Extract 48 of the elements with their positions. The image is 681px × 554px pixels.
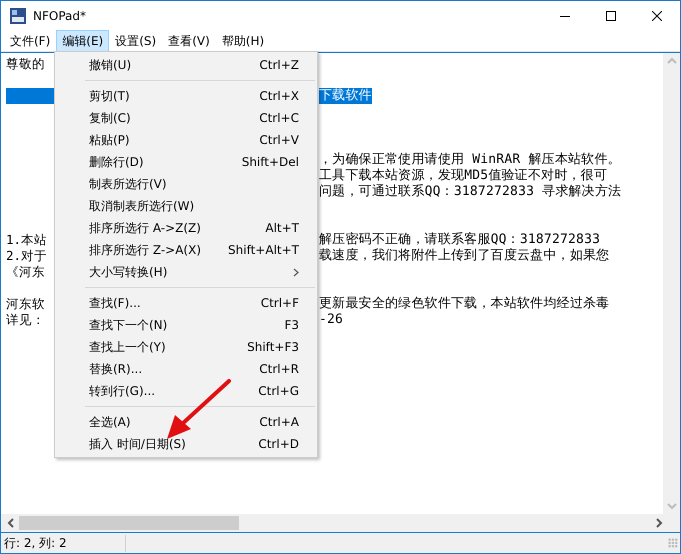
text-line: 工具下载本站资源，发现MD5值验证不对时，很可 — [319, 168, 608, 184]
menu-item[interactable]: 替换(R)... Ctrl+R — [55, 358, 317, 380]
menu-item[interactable]: 排序所选行 Z->A(X) Shift+Alt+T — [55, 239, 317, 261]
menu-item[interactable]: 删除行(D) Shift+Del — [55, 151, 317, 173]
menu-item[interactable]: 查看(V) — [162, 30, 216, 52]
menu-item[interactable]: 取消制表所选行(W) — [55, 195, 317, 217]
menu-item[interactable]: 排序所选行 A->Z(Z) Alt+T — [55, 217, 317, 239]
text-line: 详见： — [6, 312, 45, 328]
menu-item[interactable]: 撤销(U) Ctrl+Z — [55, 54, 317, 76]
status-text: 行: 2, 列: 2 — [1, 534, 126, 552]
horizontal-scrollbar[interactable] — [1, 514, 680, 533]
scroll-right-icon[interactable] — [655, 518, 663, 528]
menu-item[interactable]: 粘贴(P) Ctrl+V — [55, 129, 317, 151]
scroll-thumb[interactable] — [19, 516, 239, 530]
resize-grip-icon[interactable] — [668, 538, 678, 548]
menu-item[interactable]: 全选(A) Ctrl+A — [55, 411, 317, 433]
menu-item[interactable]: 编辑(E) — [56, 30, 110, 52]
text-line: 问题，可通过联系QQ：3187272833 寻求解决方法 — [319, 184, 622, 200]
menu-item[interactable]: 插入 时间/日期(S) Ctrl+D — [55, 433, 317, 455]
text-line: 河东软 — [6, 296, 45, 312]
text-line: 载速度，我们将附件上传到了百度云盘中，如果您 — [319, 248, 610, 264]
close-icon — [652, 11, 662, 21]
menu-item[interactable]: 文件(F) — [4, 30, 56, 52]
scroll-down-icon[interactable] — [666, 502, 676, 510]
text-line: -26 — [319, 312, 344, 328]
text-line: 2.对于 — [6, 248, 48, 264]
window-title: NFOPad* — [33, 9, 86, 23]
text-line: 尊敬的 — [6, 56, 45, 72]
menu-item[interactable]: 设置(S) — [109, 30, 162, 52]
app-icon — [9, 7, 27, 25]
menu-item[interactable]: 查找下一个(N) F3 — [55, 314, 317, 336]
text-line: 《河东 — [6, 264, 45, 280]
scroll-up-icon[interactable] — [666, 57, 676, 65]
menu-item[interactable]: 大小写转换(H) — [55, 261, 317, 283]
menu-item[interactable]: 剪切(T) Ctrl+X — [55, 85, 317, 107]
text-line: ，为确保正常使用请使用 WinRAR 解压本站软件。 — [319, 152, 621, 168]
text-line: 1.本站 — [6, 232, 48, 248]
menu-item[interactable]: 帮助(H) — [216, 30, 270, 52]
vertical-scrollbar[interactable] — [663, 53, 680, 514]
menu-item[interactable]: 转到行(G)... Ctrl+G — [55, 380, 317, 402]
text-line: 解压密码不正确，请联系客服QQ：3187272833 — [319, 232, 600, 248]
menu-item[interactable]: 查找上一个(Y) Shift+F3 — [55, 336, 317, 358]
menu-item[interactable]: 复制(C) Ctrl+C — [55, 107, 317, 129]
text-line: 更新最安全的绿色软件下载，本站软件均经过杀毒 — [319, 296, 610, 312]
scroll-left-icon[interactable] — [7, 518, 15, 528]
menu-item[interactable]: 制表所选行(V) — [55, 173, 317, 195]
maximize-icon — [606, 11, 616, 21]
menu-item[interactable]: 查找(F)... Ctrl+F — [55, 292, 317, 314]
